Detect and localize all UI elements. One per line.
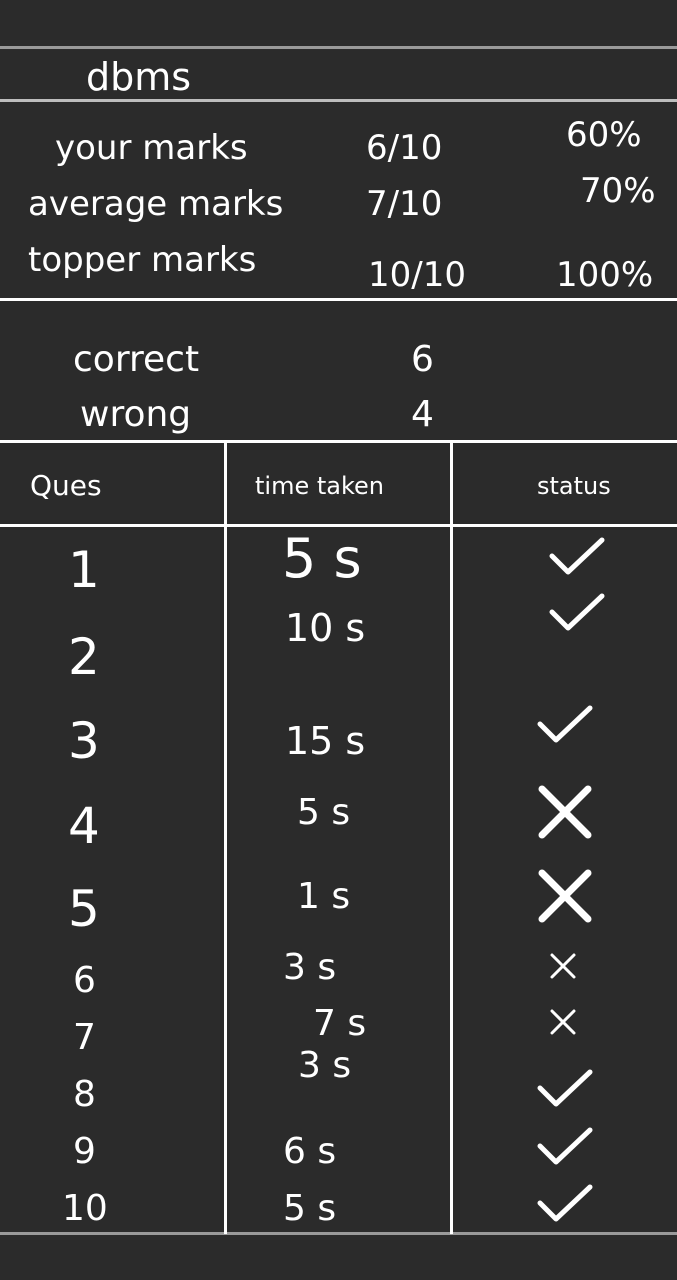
- header-time-taken: time taken: [255, 472, 384, 500]
- check-icon: [536, 1068, 594, 1110]
- your-marks-percent: 60%: [566, 115, 642, 155]
- table-column-divider-1: [224, 441, 227, 1234]
- bottom-divider: [0, 1232, 677, 1235]
- header-ques: Ques: [30, 469, 102, 502]
- time-taken: 10 s: [285, 606, 366, 650]
- time-taken: 7 s: [313, 1003, 367, 1044]
- question-number: 2: [68, 628, 100, 686]
- time-taken: 5 s: [283, 1188, 337, 1229]
- check-icon: [536, 1183, 594, 1225]
- wrong-count: 4: [411, 394, 434, 435]
- time-taken: 5 s: [297, 792, 351, 833]
- correct-count: 6: [411, 339, 434, 380]
- question-number: 5: [68, 880, 100, 938]
- time-taken: 3 s: [283, 947, 337, 988]
- time-taken: 6 s: [283, 1131, 337, 1172]
- cross-icon: [549, 952, 577, 980]
- marks-divider: [0, 298, 677, 301]
- header-status: status: [537, 472, 611, 500]
- question-number: 7: [73, 1017, 96, 1058]
- check-icon: [548, 536, 606, 578]
- time-taken: 3 s: [298, 1045, 352, 1086]
- time-taken: 15 s: [285, 719, 366, 763]
- average-marks-label: average marks: [28, 184, 284, 224]
- question-number: 3: [68, 712, 100, 770]
- topper-marks-percent: 100%: [556, 255, 654, 295]
- check-icon: [536, 1126, 594, 1168]
- topper-marks-score: 10/10: [368, 255, 466, 295]
- time-taken: 1 s: [297, 876, 351, 917]
- wrong-label: wrong: [80, 394, 192, 435]
- check-icon: [536, 704, 594, 746]
- summary-divider: [0, 440, 677, 443]
- time-taken: 5 s: [282, 527, 362, 590]
- average-marks-percent: 70%: [580, 171, 656, 211]
- average-marks-score: 7/10: [366, 184, 443, 224]
- question-number: 1: [68, 541, 100, 599]
- subject-title: dbms: [86, 55, 192, 99]
- your-marks-label: your marks: [55, 128, 248, 168]
- cross-icon: [536, 867, 594, 925]
- top-divider: [0, 46, 677, 49]
- question-number: 4: [68, 797, 100, 855]
- topper-marks-label: topper marks: [28, 240, 257, 280]
- check-icon: [548, 592, 606, 634]
- cross-icon: [536, 783, 594, 841]
- question-number: 9: [73, 1131, 96, 1172]
- question-number: 8: [73, 1074, 96, 1115]
- your-marks-score: 6/10: [366, 128, 443, 168]
- correct-label: correct: [73, 339, 200, 380]
- question-number: 6: [73, 960, 96, 1001]
- subject-divider: [0, 99, 677, 102]
- table-column-divider-2: [450, 441, 453, 1234]
- question-number: 10: [62, 1188, 108, 1229]
- cross-icon: [549, 1008, 577, 1036]
